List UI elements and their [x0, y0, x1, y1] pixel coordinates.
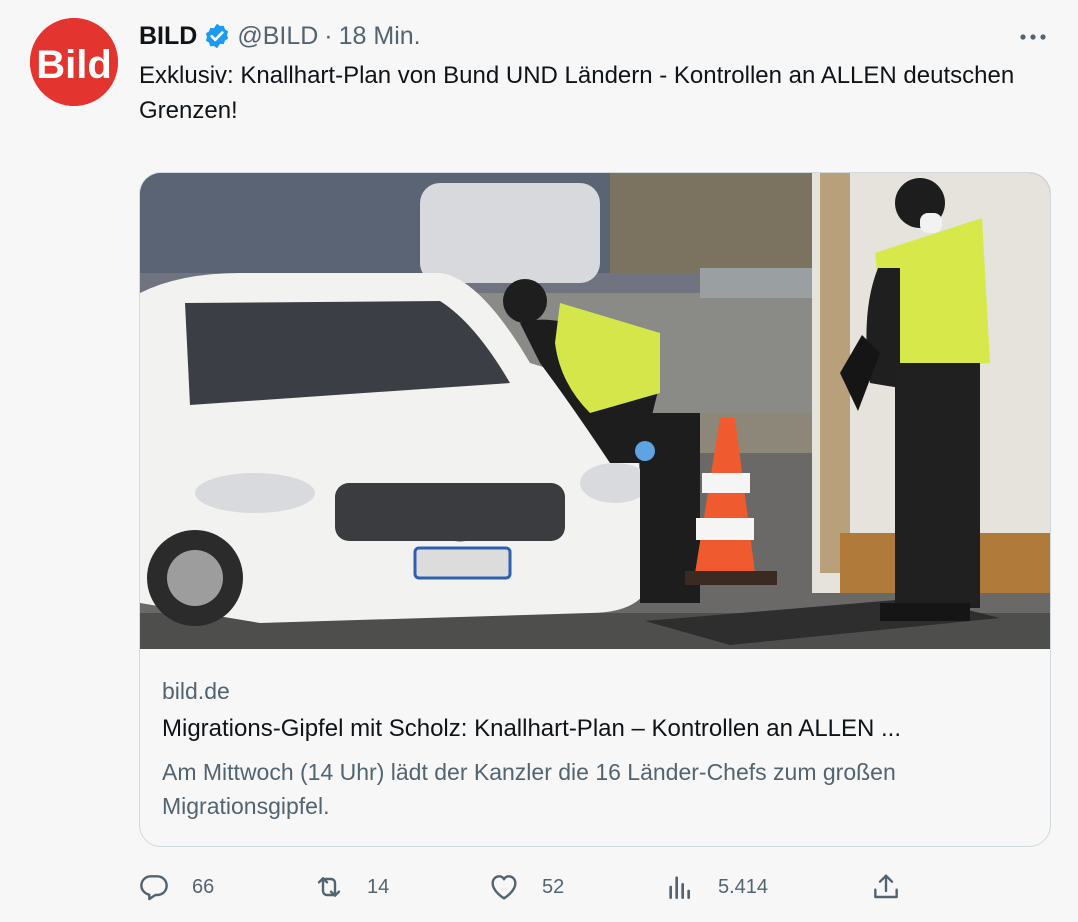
views-count: 5.414 [718, 875, 769, 898]
card-description: Am Mittwoch (14 Uhr) lädt der Kanzler di… [162, 759, 896, 819]
retweet-button[interactable]: 14 [313, 870, 389, 904]
link-card[interactable]: bild.de Migrations-Gipfel mit Scholz: Kn… [139, 172, 1051, 847]
handle[interactable]: @BILD [237, 22, 318, 51]
display-name[interactable]: BILD [139, 22, 197, 51]
card-image[interactable] [140, 173, 1050, 649]
share-icon [874, 874, 898, 899]
retweet-icon [317, 877, 341, 897]
tweet[interactable]: Bild BILD @BILD · 18 Min. Exklusiv: Knal… [0, 0, 1078, 922]
timestamp[interactable]: 18 Min. [339, 22, 421, 51]
tweet-text: Exklusiv: Knallhart-Plan von Bund UND Lä… [139, 62, 1015, 124]
views-icon [669, 876, 690, 899]
avatar-logo-text: Bild [36, 43, 112, 87]
tweet-header: BILD @BILD · 18 Min. [139, 20, 421, 52]
reply-icon [140, 875, 168, 901]
views-button[interactable]: 5.414 [664, 870, 768, 904]
card-title[interactable]: Migrations-Gipfel mit Scholz: Knallhart-… [162, 715, 1032, 743]
share-button[interactable] [870, 870, 902, 904]
like-count: 52 [542, 875, 565, 898]
more-icon [1020, 34, 1046, 40]
heart-icon [491, 875, 517, 900]
action-bar: 66 14 52 5.414 [138, 870, 908, 904]
retweet-count: 14 [367, 875, 390, 898]
more-button[interactable] [1018, 22, 1048, 52]
bild-logo-icon: Bild [30, 18, 118, 106]
verified-badge-icon [206, 23, 229, 49]
reply-button[interactable]: 66 [138, 870, 214, 904]
like-button[interactable]: 52 [488, 870, 564, 904]
separator-dot: · [324, 21, 333, 50]
avatar[interactable]: Bild [30, 18, 118, 106]
reply-count: 66 [192, 875, 215, 898]
card-domain[interactable]: bild.de [162, 678, 230, 705]
